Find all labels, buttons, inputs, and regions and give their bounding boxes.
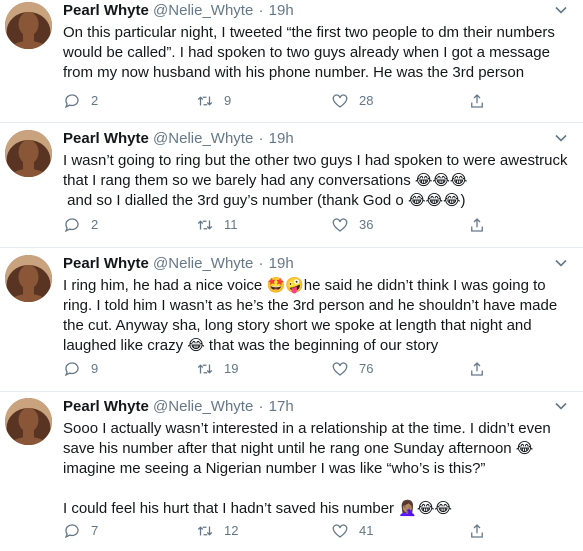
share-button[interactable] [468,522,496,540]
share-icon [471,524,483,538]
separator-dot: · [258,130,264,147]
like-count: 36 [359,217,374,232]
author-name[interactable]: Pearl Whyte [63,130,149,147]
separator-dot: · [258,398,264,415]
retweet-icon [197,526,213,536]
heart-icon [332,218,348,232]
author-handle[interactable]: @Nelie_Whyte [153,130,253,147]
reply-count: 7 [91,523,99,538]
share-icon [471,362,483,376]
retweet-button[interactable]: 19 [196,360,238,378]
chevron-down-icon[interactable] [553,130,569,146]
tweet[interactable]: Pearl Whyte @Nelie_Whyte · 17h Sooo I ac… [0,392,583,551]
tweet[interactable]: Pearl Whyte @Nelie_Whyte · 19h I ring hi… [0,248,583,392]
reply-count: 2 [91,93,99,108]
reply-icon [64,362,79,377]
share-button[interactable] [468,92,496,110]
reply-button[interactable]: 2 [63,92,98,110]
share-button[interactable] [468,360,496,378]
retweet-button[interactable]: 12 [196,522,238,540]
author-handle[interactable]: @Nelie_Whyte [153,2,253,19]
reply-count: 9 [91,361,99,376]
retweet-count: 12 [224,523,239,538]
chevron-down-icon[interactable] [553,398,569,414]
share-icon [471,94,483,108]
author-name[interactable]: Pearl Whyte [63,255,149,272]
avatar[interactable] [5,255,52,302]
tweet-header: Pearl Whyte @Nelie_Whyte · 19h [63,2,575,20]
reply-button[interactable]: 2 [63,216,98,234]
retweet-icon [197,96,213,106]
tweet-actions: 2 11 36 [63,216,523,236]
tweet-text: I wasn’t going to ring but the other two… [63,152,568,209]
share-icon [471,218,483,232]
timestamp[interactable]: 17h [269,398,294,415]
timestamp[interactable]: 19h [269,255,294,272]
retweet-button[interactable]: 11 [196,216,238,234]
tweet[interactable]: Pearl Whyte @Nelie_Whyte · 19h On this p… [0,0,583,123]
reply-button[interactable]: 7 [63,522,98,540]
like-button[interactable]: 76 [331,360,373,378]
avatar[interactable] [5,130,52,177]
author-handle[interactable]: @Nelie_Whyte [153,398,253,415]
reply-button[interactable]: 9 [63,360,98,378]
avatar[interactable] [5,2,52,49]
heart-icon [332,362,348,376]
tweet[interactable]: Pearl Whyte @Nelie_Whyte · 19h I wasn’t … [0,123,583,248]
tweet-text: Sooo I actually wasn’t interested in a r… [63,420,551,517]
tweet-header: Pearl Whyte @Nelie_Whyte · 17h [63,398,575,416]
author-handle[interactable]: @Nelie_Whyte [153,255,253,272]
timestamp[interactable]: 19h [269,2,294,19]
like-button[interactable]: 36 [331,216,373,234]
heart-icon [332,524,348,538]
share-button[interactable] [468,216,496,234]
reply-count: 2 [91,217,99,232]
reply-icon [64,94,79,109]
like-button[interactable]: 41 [331,522,373,540]
author-name[interactable]: Pearl Whyte [63,398,149,415]
author-name[interactable]: Pearl Whyte [63,2,149,19]
retweet-count: 11 [224,217,238,232]
like-count: 28 [359,93,374,108]
tweet-header: Pearl Whyte @Nelie_Whyte · 19h [63,130,575,148]
reply-icon [64,524,79,539]
retweet-button[interactable]: 9 [196,92,231,110]
separator-dot: · [258,255,264,272]
avatar[interactable] [5,398,52,445]
tweet-text: I ring him, he had a nice voice 🤩🤪he sai… [63,277,562,354]
tweet-actions: 7 12 41 [63,522,523,542]
timestamp[interactable]: 19h [269,130,294,147]
retweet-icon [197,220,213,230]
like-count: 76 [359,361,374,376]
separator-dot: · [258,2,264,19]
heart-icon [332,94,348,108]
retweet-count: 19 [224,361,239,376]
like-count: 41 [359,523,374,538]
retweet-count: 9 [224,93,232,108]
chevron-down-icon[interactable] [553,2,569,18]
tweet-header: Pearl Whyte @Nelie_Whyte · 19h [63,255,575,273]
reply-icon [64,218,79,233]
chevron-down-icon[interactable] [553,255,569,271]
tweet-actions: 9 19 76 [63,360,523,380]
tweet-actions: 2 9 28 [63,92,523,112]
like-button[interactable]: 28 [331,92,373,110]
retweet-icon [197,364,213,374]
tweet-text: On this particular night, I tweeted “the… [63,24,560,81]
